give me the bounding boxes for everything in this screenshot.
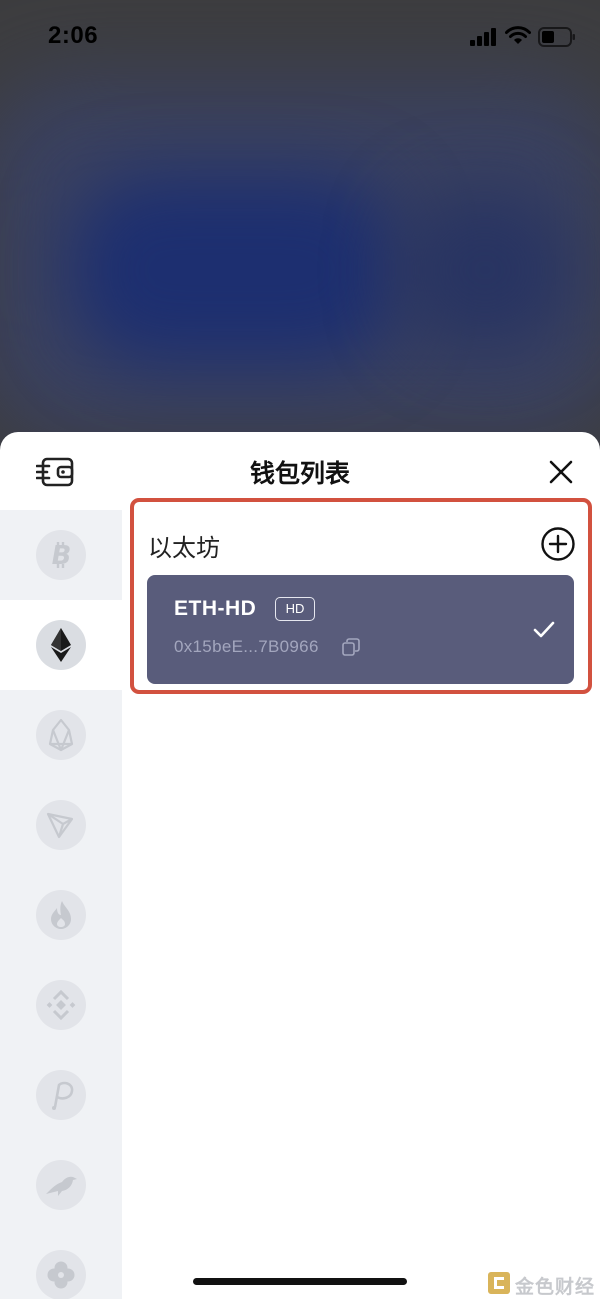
battery-icon	[538, 27, 575, 47]
polkadot-icon	[52, 1081, 74, 1110]
chain-item-binance[interactable]	[0, 960, 122, 1050]
chain-item-tron[interactable]	[0, 780, 122, 870]
status-bar: 2:06	[0, 0, 600, 74]
watermark: 金色财经	[487, 1271, 597, 1298]
home-indicator	[193, 1278, 407, 1285]
bird-icon	[46, 1176, 77, 1196]
ethereum-icon	[51, 628, 71, 662]
status-time: 2:06	[48, 22, 99, 49]
bitcoin-icon: B	[49, 541, 74, 570]
chain-item-eos[interactable]	[0, 690, 122, 780]
wifi-icon	[505, 26, 531, 44]
close-icon[interactable]	[547, 458, 575, 486]
svg-text:B: B	[49, 541, 74, 570]
watermark-text: 金色财经	[515, 1277, 596, 1298]
flower-icon	[47, 1261, 75, 1289]
chain-item-ethereum[interactable]	[0, 600, 122, 690]
flame-icon	[51, 901, 71, 929]
chain-item-more[interactable]	[0, 1230, 122, 1299]
eos-icon	[48, 718, 74, 752]
chain-item-heco[interactable]	[0, 870, 122, 960]
chain-item-bitcoin[interactable]: B	[0, 510, 122, 600]
highlight-annotation-box	[130, 498, 592, 694]
cellular-signal-icon	[470, 28, 496, 46]
jinse-logo-icon	[488, 1272, 510, 1294]
chain-item-polkadot[interactable]	[0, 1050, 122, 1140]
chain-item-kusama[interactable]	[0, 1140, 122, 1230]
chain-sidebar: B	[0, 510, 122, 1299]
binance-icon	[46, 989, 76, 1021]
tron-icon	[46, 812, 74, 839]
sheet-title: 钱包列表	[249, 460, 350, 488]
